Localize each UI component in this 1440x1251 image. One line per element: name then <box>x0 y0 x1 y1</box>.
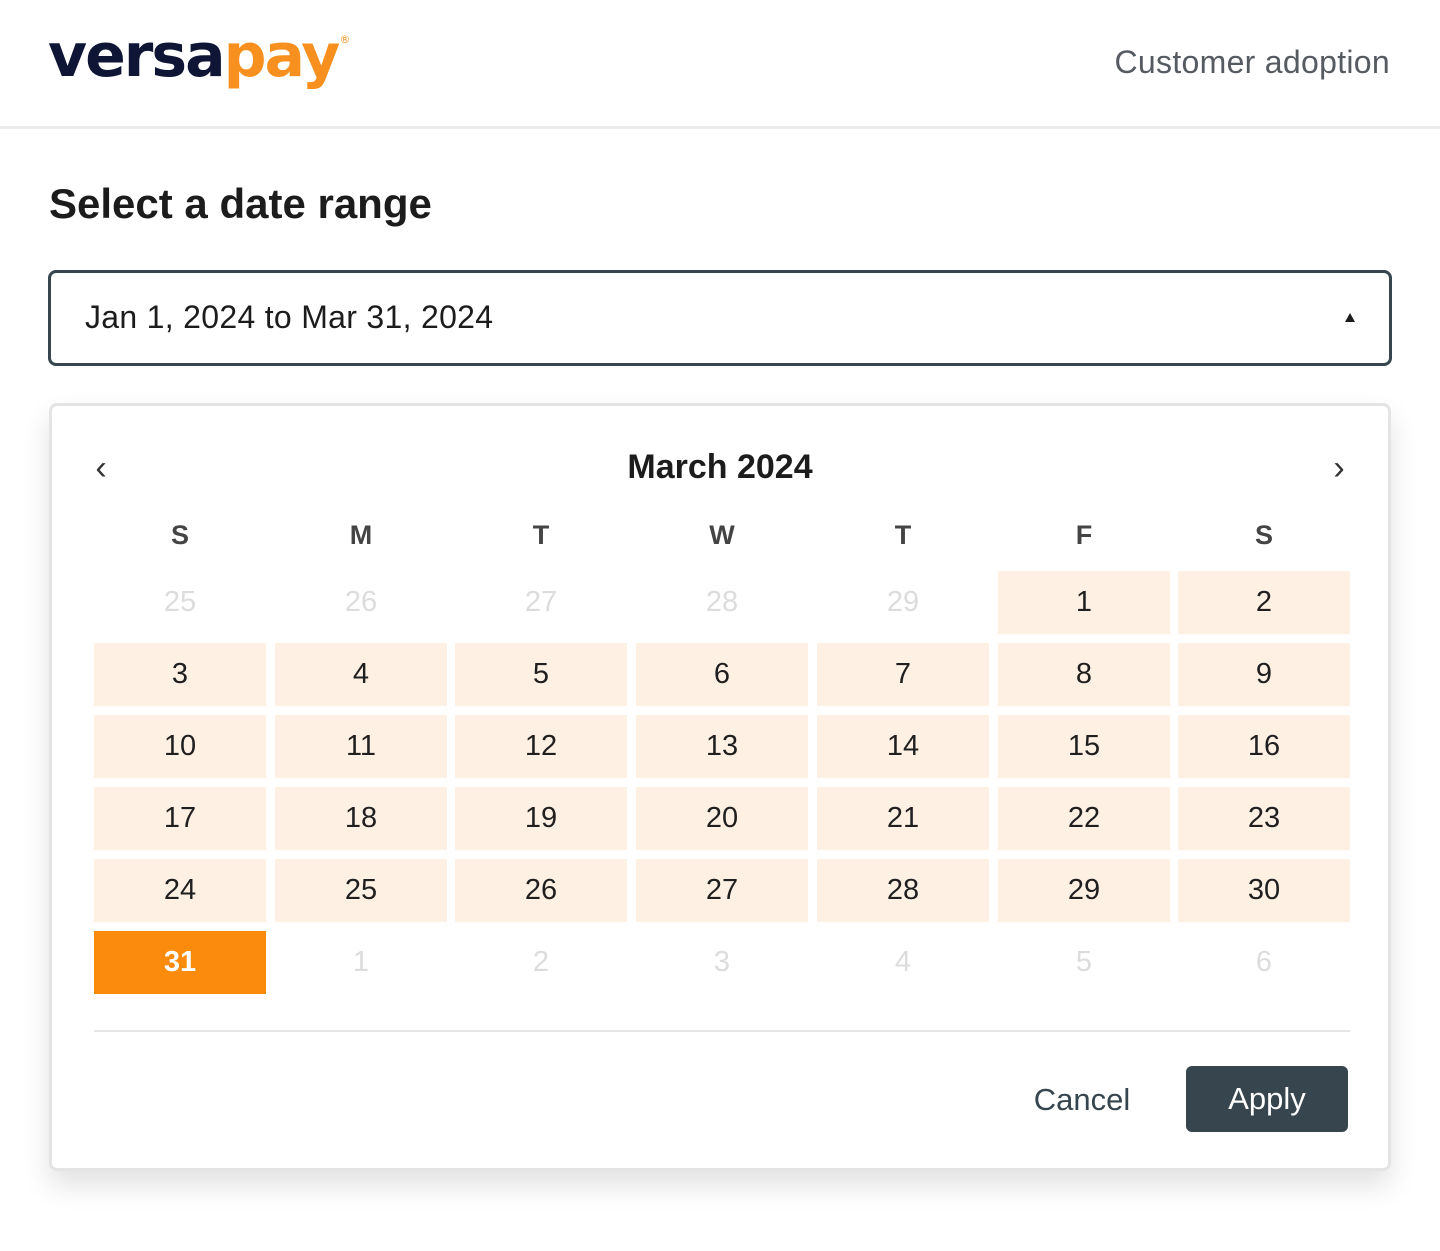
selected-day-cell[interactable]: 31 <box>94 931 266 994</box>
apply-button[interactable]: Apply <box>1186 1066 1348 1132</box>
footer-divider <box>94 1030 1350 1032</box>
caret-up-icon <box>1345 313 1355 322</box>
cancel-button[interactable]: Cancel <box>1012 1068 1152 1132</box>
outside-month-day-cell: 27 <box>524 586 558 618</box>
weekday-label: T <box>532 520 550 550</box>
day-cell[interactable]: 2 <box>1178 571 1350 634</box>
logo-wordmark-primary: versa <box>48 21 226 91</box>
day-cell[interactable]: 1 <box>998 571 1170 634</box>
outside-month-day-cell: 26 <box>344 586 378 618</box>
day-cell[interactable]: 6 <box>636 643 808 706</box>
day-cell[interactable]: 27 <box>636 859 808 922</box>
logo-wordmark-accent: pay <box>223 21 341 91</box>
day-cell[interactable]: 19 <box>455 787 627 850</box>
weekday-label: W <box>709 520 735 550</box>
calendar-day-grid: 25 26 27 28 29 1 2 3 4 5 6 7 8 9 10 11 12 13 14 15 16 17 18 19 2… <box>94 571 1350 997</box>
day-cell[interactable]: 13 <box>636 715 808 778</box>
day-cell[interactable]: 7 <box>817 643 989 706</box>
month-label: March 2024 <box>627 448 813 486</box>
weekday-label: S <box>170 520 189 550</box>
next-month-button[interactable]: › <box>1324 448 1354 488</box>
date-range-value: Jan 1, 2024 to Mar 31, 2024 <box>85 299 494 335</box>
weekday-label: M <box>349 520 373 550</box>
day-cell[interactable]: 21 <box>817 787 989 850</box>
weekday-label: T <box>894 520 912 550</box>
day-cell[interactable]: 24 <box>94 859 266 922</box>
day-cell[interactable]: 26 <box>455 859 627 922</box>
day-cell[interactable]: 28 <box>817 859 989 922</box>
day-cell[interactable]: 9 <box>1178 643 1350 706</box>
day-cell[interactable]: 29 <box>998 859 1170 922</box>
weekday-label: S <box>1254 520 1273 550</box>
day-cell[interactable]: 12 <box>455 715 627 778</box>
outside-month-day-cell: 2 <box>532 946 550 978</box>
customer-adoption-link[interactable]: Customer adoption <box>1115 44 1390 81</box>
outside-month-day-cell: 29 <box>886 586 920 618</box>
day-cell[interactable]: 10 <box>94 715 266 778</box>
top-header: versapay ® Customer adoption <box>0 0 1440 129</box>
day-cell[interactable]: 5 <box>455 643 627 706</box>
weekday-label: F <box>1075 520 1093 550</box>
day-cell[interactable]: 23 <box>1178 787 1350 850</box>
day-cell[interactable]: 15 <box>998 715 1170 778</box>
day-cell[interactable]: 17 <box>94 787 266 850</box>
page-title: Select a date range <box>49 180 432 227</box>
day-cell[interactable]: 3 <box>94 643 266 706</box>
outside-month-day-cell: 3 <box>713 946 731 978</box>
day-cell[interactable]: 25 <box>275 859 447 922</box>
outside-month-day-cell: 5 <box>1075 946 1093 978</box>
day-cell[interactable]: 14 <box>817 715 989 778</box>
day-cell[interactable]: 22 <box>998 787 1170 850</box>
outside-month-day-cell: 28 <box>705 586 739 618</box>
versapay-logo: versapay ® <box>48 20 350 92</box>
day-cell[interactable]: 20 <box>636 787 808 850</box>
day-cell[interactable]: 30 <box>1178 859 1350 922</box>
day-cell[interactable]: 4 <box>275 643 447 706</box>
registered-mark: ® <box>339 33 351 46</box>
calendar-popover: ‹ March 2024 › SMTWTFS 25 26 27 28 29 1 2 3 4 5 6 7… <box>49 403 1391 1171</box>
outside-month-day-cell: 6 <box>1255 946 1273 978</box>
outside-month-day-cell: 4 <box>894 946 912 978</box>
app-window: versapay ® Customer adoption Select a dat… <box>0 0 1440 1251</box>
outside-month-day-cell: 1 <box>352 946 370 978</box>
day-cell[interactable]: 16 <box>1178 715 1350 778</box>
day-cell[interactable]: 8 <box>998 643 1170 706</box>
day-cell[interactable]: 11 <box>275 715 447 778</box>
weekday-header-row: SMTWTFS <box>94 520 1350 560</box>
outside-month-day-cell: 25 <box>163 586 197 618</box>
date-range-dropdown[interactable]: Jan 1, 2024 to Mar 31, 2024 <box>48 270 1392 366</box>
day-cell[interactable]: 18 <box>275 787 447 850</box>
